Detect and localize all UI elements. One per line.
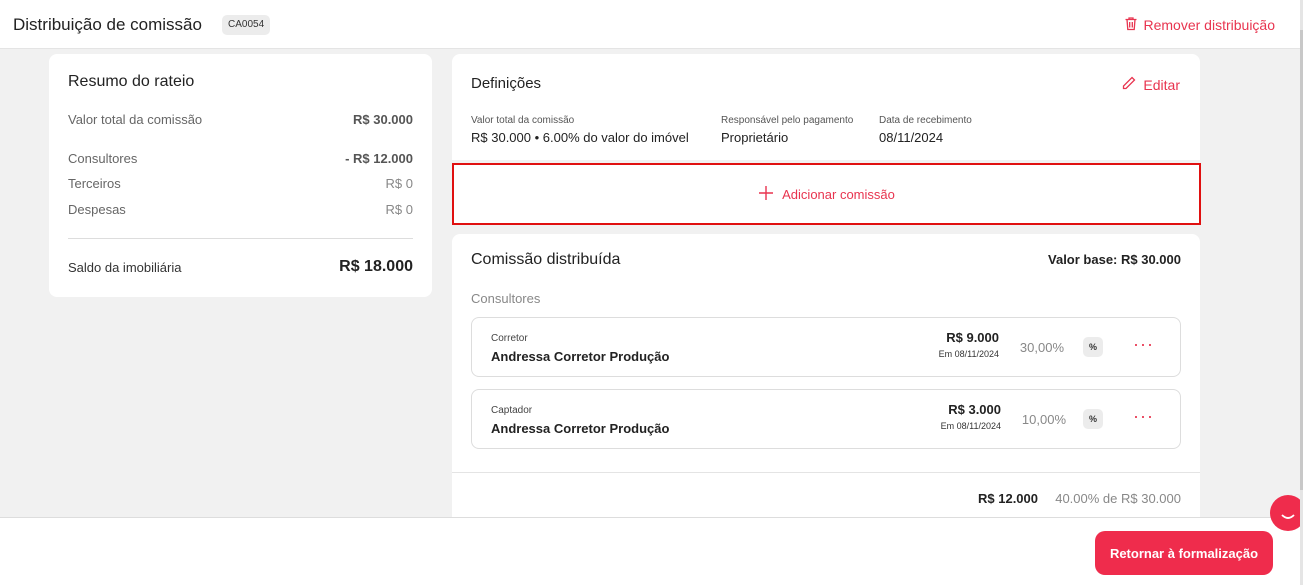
plus-icon xyxy=(758,185,774,204)
top-bar: Distribuição de comissão CA0054 Remover … xyxy=(0,0,1303,49)
field-label: Responsável pelo pagamento xyxy=(721,115,854,126)
distributed-title: Comissão distribuída xyxy=(471,251,621,268)
field-value: R$ 30.000 • 6.00% do valor do imóvel xyxy=(471,130,689,145)
summary-row-value: R$ 30.000 xyxy=(353,112,413,127)
item-name: Andressa Corretor Produção xyxy=(491,349,670,364)
summary-row-value: - R$ 12.000 xyxy=(345,151,413,166)
percent-toggle-button[interactable]: % xyxy=(1083,409,1103,429)
summary-card: Resumo do rateio Valor total da comissão… xyxy=(49,54,432,297)
summary-row-value: R$ 0 xyxy=(385,176,413,191)
item-percent: 10,00% xyxy=(1021,412,1066,427)
item-date: Em 08/11/2024 xyxy=(940,421,1001,431)
distributed-divider xyxy=(452,472,1200,473)
remove-distribution-button[interactable]: Remover distribuição xyxy=(1124,16,1276,34)
saldo-label: Saldo da imobiliária xyxy=(68,259,182,275)
summary-row-label: Despesas xyxy=(68,202,126,217)
base-value: Valor base: R$ 30.000 xyxy=(1048,252,1181,267)
summary-row-label: Consultores xyxy=(68,151,138,166)
summary-row-terceiros: Terceiros R$ 0 xyxy=(68,176,413,191)
total-value: R$ 12.000 xyxy=(978,491,1038,506)
return-to-formalization-button[interactable]: Retornar à formalização xyxy=(1095,531,1273,575)
summary-row-total: Valor total da comissão R$ 30.000 xyxy=(68,112,413,127)
edit-label: Editar xyxy=(1143,76,1180,93)
percent-toggle-button[interactable]: % xyxy=(1083,337,1103,357)
summary-row-label: Terceiros xyxy=(68,176,121,191)
distributed-commission-card: Comissão distribuída Valor base: R$ 30.0… xyxy=(452,234,1200,534)
trash-icon xyxy=(1124,16,1138,34)
more-options-icon[interactable]: ··· xyxy=(1133,334,1154,354)
add-commission-button[interactable]: Adicionar comissão xyxy=(452,163,1201,225)
summary-row-label: Valor total da comissão xyxy=(68,112,203,127)
summary-row-consultores: Consultores - R$ 12.000 xyxy=(68,151,413,166)
more-options-icon[interactable]: ··· xyxy=(1133,406,1154,426)
field-value: Proprietário xyxy=(721,130,789,145)
item-name: Andressa Corretor Produção xyxy=(491,421,670,436)
commission-item: Captador Andressa Corretor Produção R$ 3… xyxy=(471,389,1181,449)
summary-divider xyxy=(68,238,413,239)
item-percent: 30,00% xyxy=(1019,340,1064,355)
code-badge: CA0054 xyxy=(222,15,271,35)
commission-item: Corretor Andressa Corretor Produção R$ 9… xyxy=(471,317,1181,377)
item-role: Captador xyxy=(491,405,533,416)
field-receipt-date: Data de recebimento 08/11/2024 xyxy=(879,115,972,145)
field-value: 08/11/2024 xyxy=(879,130,944,145)
field-total-commission: Valor total da comissão R$ 30.000 • 6.00… xyxy=(471,115,689,145)
definitions-card: Definições Editar Valor total da comissã… xyxy=(452,54,1200,160)
summary-title: Resumo do rateio xyxy=(68,73,195,90)
item-amount: R$ 9.000 xyxy=(946,330,999,345)
saldo-value: R$ 18.000 xyxy=(339,258,413,275)
item-amount: R$ 3.000 xyxy=(948,402,1001,417)
remove-distribution-label: Remover distribuição xyxy=(1143,17,1276,33)
summary-row-despesas: Despesas R$ 0 xyxy=(68,202,413,217)
field-label: Data de recebimento xyxy=(879,115,972,126)
total-percent: 40.00% de R$ 30.000 xyxy=(1055,491,1181,506)
item-date: Em 08/11/2024 xyxy=(938,349,999,359)
page-title: Distribuição de comissão xyxy=(13,15,202,34)
pencil-icon xyxy=(1121,75,1137,94)
bottom-bar: Retornar à formalização xyxy=(0,517,1303,585)
item-role: Corretor xyxy=(491,333,528,344)
definitions-title: Definições xyxy=(471,75,542,92)
field-payment-responsible: Responsável pelo pagamento Proprietário xyxy=(721,115,853,145)
add-commission-label: Adicionar comissão xyxy=(782,186,895,202)
field-label: Valor total da comissão xyxy=(471,115,575,126)
summary-row-value: R$ 0 xyxy=(385,202,413,217)
chat-bubble-icon[interactable] xyxy=(1270,495,1303,531)
section-consultores: Consultores xyxy=(471,291,541,306)
summary-row-saldo: Saldo da imobiliária R$ 18.000 xyxy=(68,258,413,276)
edit-button[interactable]: Editar xyxy=(1121,75,1180,94)
